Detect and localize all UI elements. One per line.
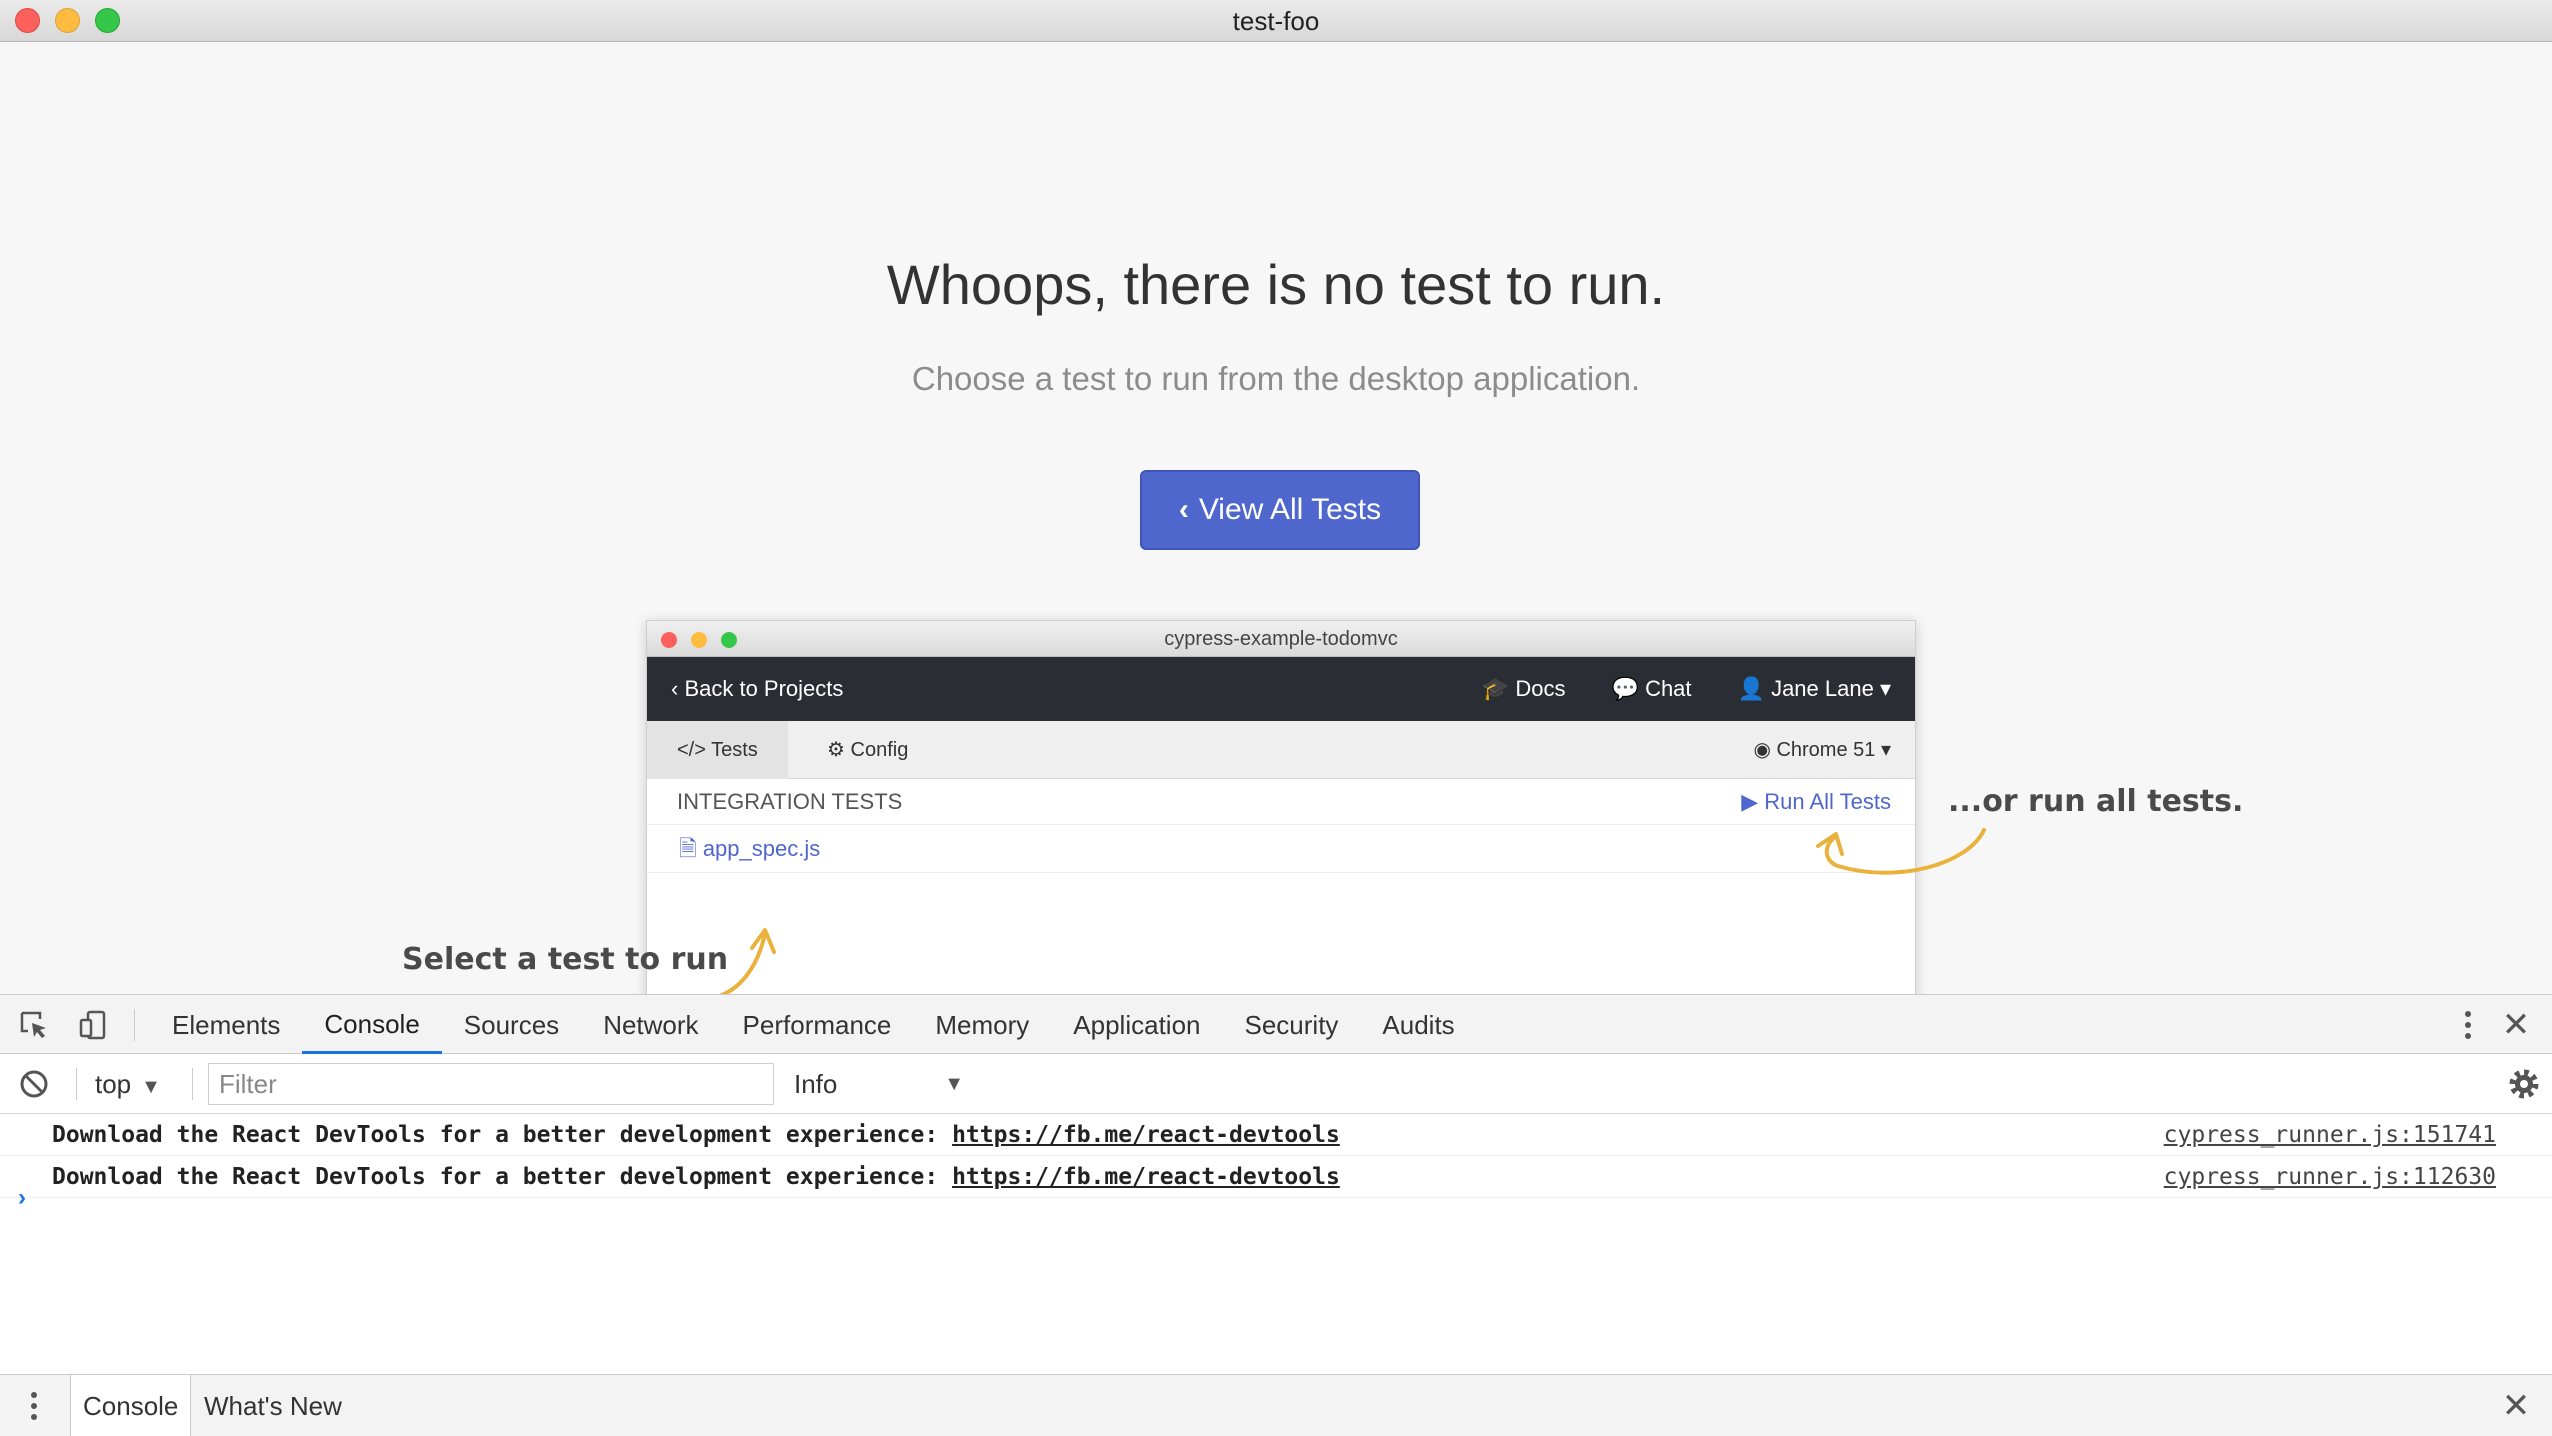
console-log-line: Download the React DevTools for a better… — [0, 1114, 2552, 1156]
illustration-user-label: Jane Lane — [1771, 676, 1874, 701]
view-all-tests-button[interactable]: ‹ View All Tests — [1140, 470, 1420, 550]
illustration-close-dot — [661, 632, 677, 648]
tab-elements[interactable]: Elements — [150, 995, 302, 1055]
tab-sources[interactable]: Sources — [442, 995, 581, 1055]
window-title: test-foo — [1232, 6, 1320, 36]
note-run-all: ...or run all tests. — [1948, 784, 2244, 819]
console-filter-input[interactable] — [208, 1063, 774, 1105]
illustration-tab-config-label: Config — [850, 739, 909, 761]
close-drawer-icon[interactable]: ✕ — [2498, 1388, 2534, 1424]
illustration-user: 👤 Jane Lane ▾ — [1738, 657, 1891, 721]
chevron-left-icon: ‹ — [1178, 493, 1189, 526]
devtools-toolbar: Elements Console Sources Network Performance… — [0, 994, 2552, 1055]
log-level-select[interactable]: Info ▼ — [794, 1054, 964, 1114]
caret-down-icon: ▾ — [1880, 739, 1891, 761]
play-icon: ▶ — [1741, 789, 1765, 814]
window-titlebar: test-foo — [0, 0, 2552, 42]
desktop-app-illustration: cypress-example-todomvc ‹ Back to Projec… — [646, 620, 1916, 994]
illustration-browser-label: Chrome 51 — [1776, 739, 1876, 761]
user-icon: 👤 — [1737, 676, 1772, 701]
note-select-test: Select a test to run — [402, 942, 729, 977]
console-settings-gear-icon[interactable] — [2506, 1066, 2542, 1102]
log-message: Download the React DevTools for a better… — [52, 1164, 953, 1190]
chevron-left-icon: ‹ — [671, 676, 685, 701]
clear-console-icon[interactable] — [18, 1068, 50, 1100]
illustration-docs-label: Docs — [1515, 676, 1566, 701]
close-devtools-icon[interactable]: ✕ — [2498, 1007, 2534, 1043]
illustration-tab-tests-label: Tests — [711, 739, 758, 761]
console-log-line: Download the React DevTools for a better… — [0, 1156, 2552, 1198]
tab-memory[interactable]: Memory — [913, 995, 1051, 1055]
log-level-label: Info — [794, 1069, 838, 1099]
devtools-tabs: Elements Console Sources Network Performance… — [150, 995, 1477, 1055]
tab-performance[interactable]: Performance — [721, 995, 914, 1055]
illustration-file-label: app_spec.js — [702, 836, 821, 861]
arrow-to-file-icon — [719, 928, 776, 994]
illustration-window-title: cypress-example-todomvc — [1164, 628, 1398, 650]
no-test-page: Whoops, there is no test to run. Choose … — [0, 42, 2552, 994]
drawer-tab-console[interactable]: Console — [70, 1375, 192, 1436]
log-source-link[interactable]: cypress_runner.js:151741 — [2164, 1114, 2496, 1156]
illustration-section-label: INTEGRATION TESTS — [677, 789, 903, 814]
devtools-drawer: Console What's New ✕ — [0, 1374, 2552, 1436]
illustration-tab-config: ⚙ Config — [797, 721, 938, 779]
gear-icon: ⚙ — [827, 739, 851, 761]
log-source-link[interactable]: cypress_runner.js:112630 — [2164, 1156, 2496, 1198]
page-headline: Whoops, there is no test to run. — [886, 253, 1666, 316]
toolbar-divider — [134, 1009, 135, 1041]
illustration-docs: 🎓 Docs — [1482, 657, 1566, 721]
illustration-titlebar: cypress-example-todomvc — [647, 621, 1915, 657]
drawer-tab-whats-new[interactable]: What's New — [192, 1375, 354, 1436]
inspect-element-icon[interactable] — [18, 1009, 50, 1041]
drawer-menu-icon[interactable] — [24, 1388, 44, 1424]
illustration-tabs: </> Tests ⚙ Config ◉ Chrome 51 ▾ — [647, 721, 1915, 779]
context-selector[interactable]: top ▼ — [95, 1054, 161, 1117]
illustration-back-label: Back to Projects — [684, 676, 844, 701]
devtools-panel: Elements Console Sources Network Performance… — [0, 994, 2552, 1436]
tab-audits[interactable]: Audits — [1360, 995, 1476, 1055]
filter-divider-2 — [192, 1068, 193, 1100]
more-options-icon[interactable] — [2458, 1007, 2478, 1043]
tab-application[interactable]: Application — [1051, 995, 1222, 1055]
tab-security[interactable]: Security — [1223, 995, 1361, 1055]
device-toolbar-icon[interactable] — [78, 1009, 110, 1041]
illustration-run-all-label: Run All Tests — [1764, 789, 1891, 814]
log-link[interactable]: https://fb.me/react-devtools — [952, 1122, 1340, 1148]
caret-down-icon: ▾ — [1879, 676, 1891, 701]
illustration-chat: 💬 Chat — [1612, 657, 1692, 721]
illustration-section: INTEGRATION TESTS ▶ Run All Tests — [647, 779, 1915, 825]
tab-console[interactable]: Console — [302, 995, 442, 1055]
illustration-browser-select: ◉ Chrome 51 ▾ — [1753, 721, 1891, 779]
context-label: top — [95, 1069, 132, 1099]
page-subline: Choose a test to run from the desktop ap… — [911, 360, 1641, 397]
console-prompt[interactable]: › — [18, 1184, 26, 1212]
illustration-maximize-dot — [721, 632, 737, 648]
file-icon: 🗎 — [679, 836, 703, 861]
arrow-to-run-all-icon — [1816, 828, 1986, 875]
chrome-icon: ◉ — [1753, 739, 1777, 761]
log-link[interactable]: https://fb.me/react-devtools — [952, 1164, 1340, 1190]
illustration-run-all: ▶ Run All Tests — [1741, 779, 1891, 825]
caret-down-icon: ▼ — [141, 1076, 161, 1098]
console-filter-bar: top ▼ Info ▼ — [0, 1054, 2552, 1114]
illustration-minimize-dot — [691, 632, 707, 648]
illustration-file-row: 🗎 app_spec.js — [647, 825, 1915, 873]
tab-network[interactable]: Network — [581, 995, 720, 1055]
code-icon: </> — [677, 739, 712, 761]
chat-icon: 💬 — [1611, 676, 1646, 701]
caret-down-icon: ▼ — [944, 1073, 964, 1095]
illustration-nav: ‹ Back to Projects 🎓 Docs 💬 Chat 👤 Jane … — [647, 657, 1915, 721]
illustration-tab-tests: </> Tests — [647, 721, 788, 779]
illustration-chat-label: Chat — [1645, 676, 1692, 701]
filter-divider — [76, 1068, 77, 1100]
graduation-cap-icon: 🎓 — [1481, 676, 1516, 701]
log-message: Download the React DevTools for a better… — [52, 1122, 953, 1148]
view-all-tests-label: View All Tests — [1198, 493, 1382, 526]
illustration-back-link: ‹ Back to Projects — [671, 657, 843, 721]
